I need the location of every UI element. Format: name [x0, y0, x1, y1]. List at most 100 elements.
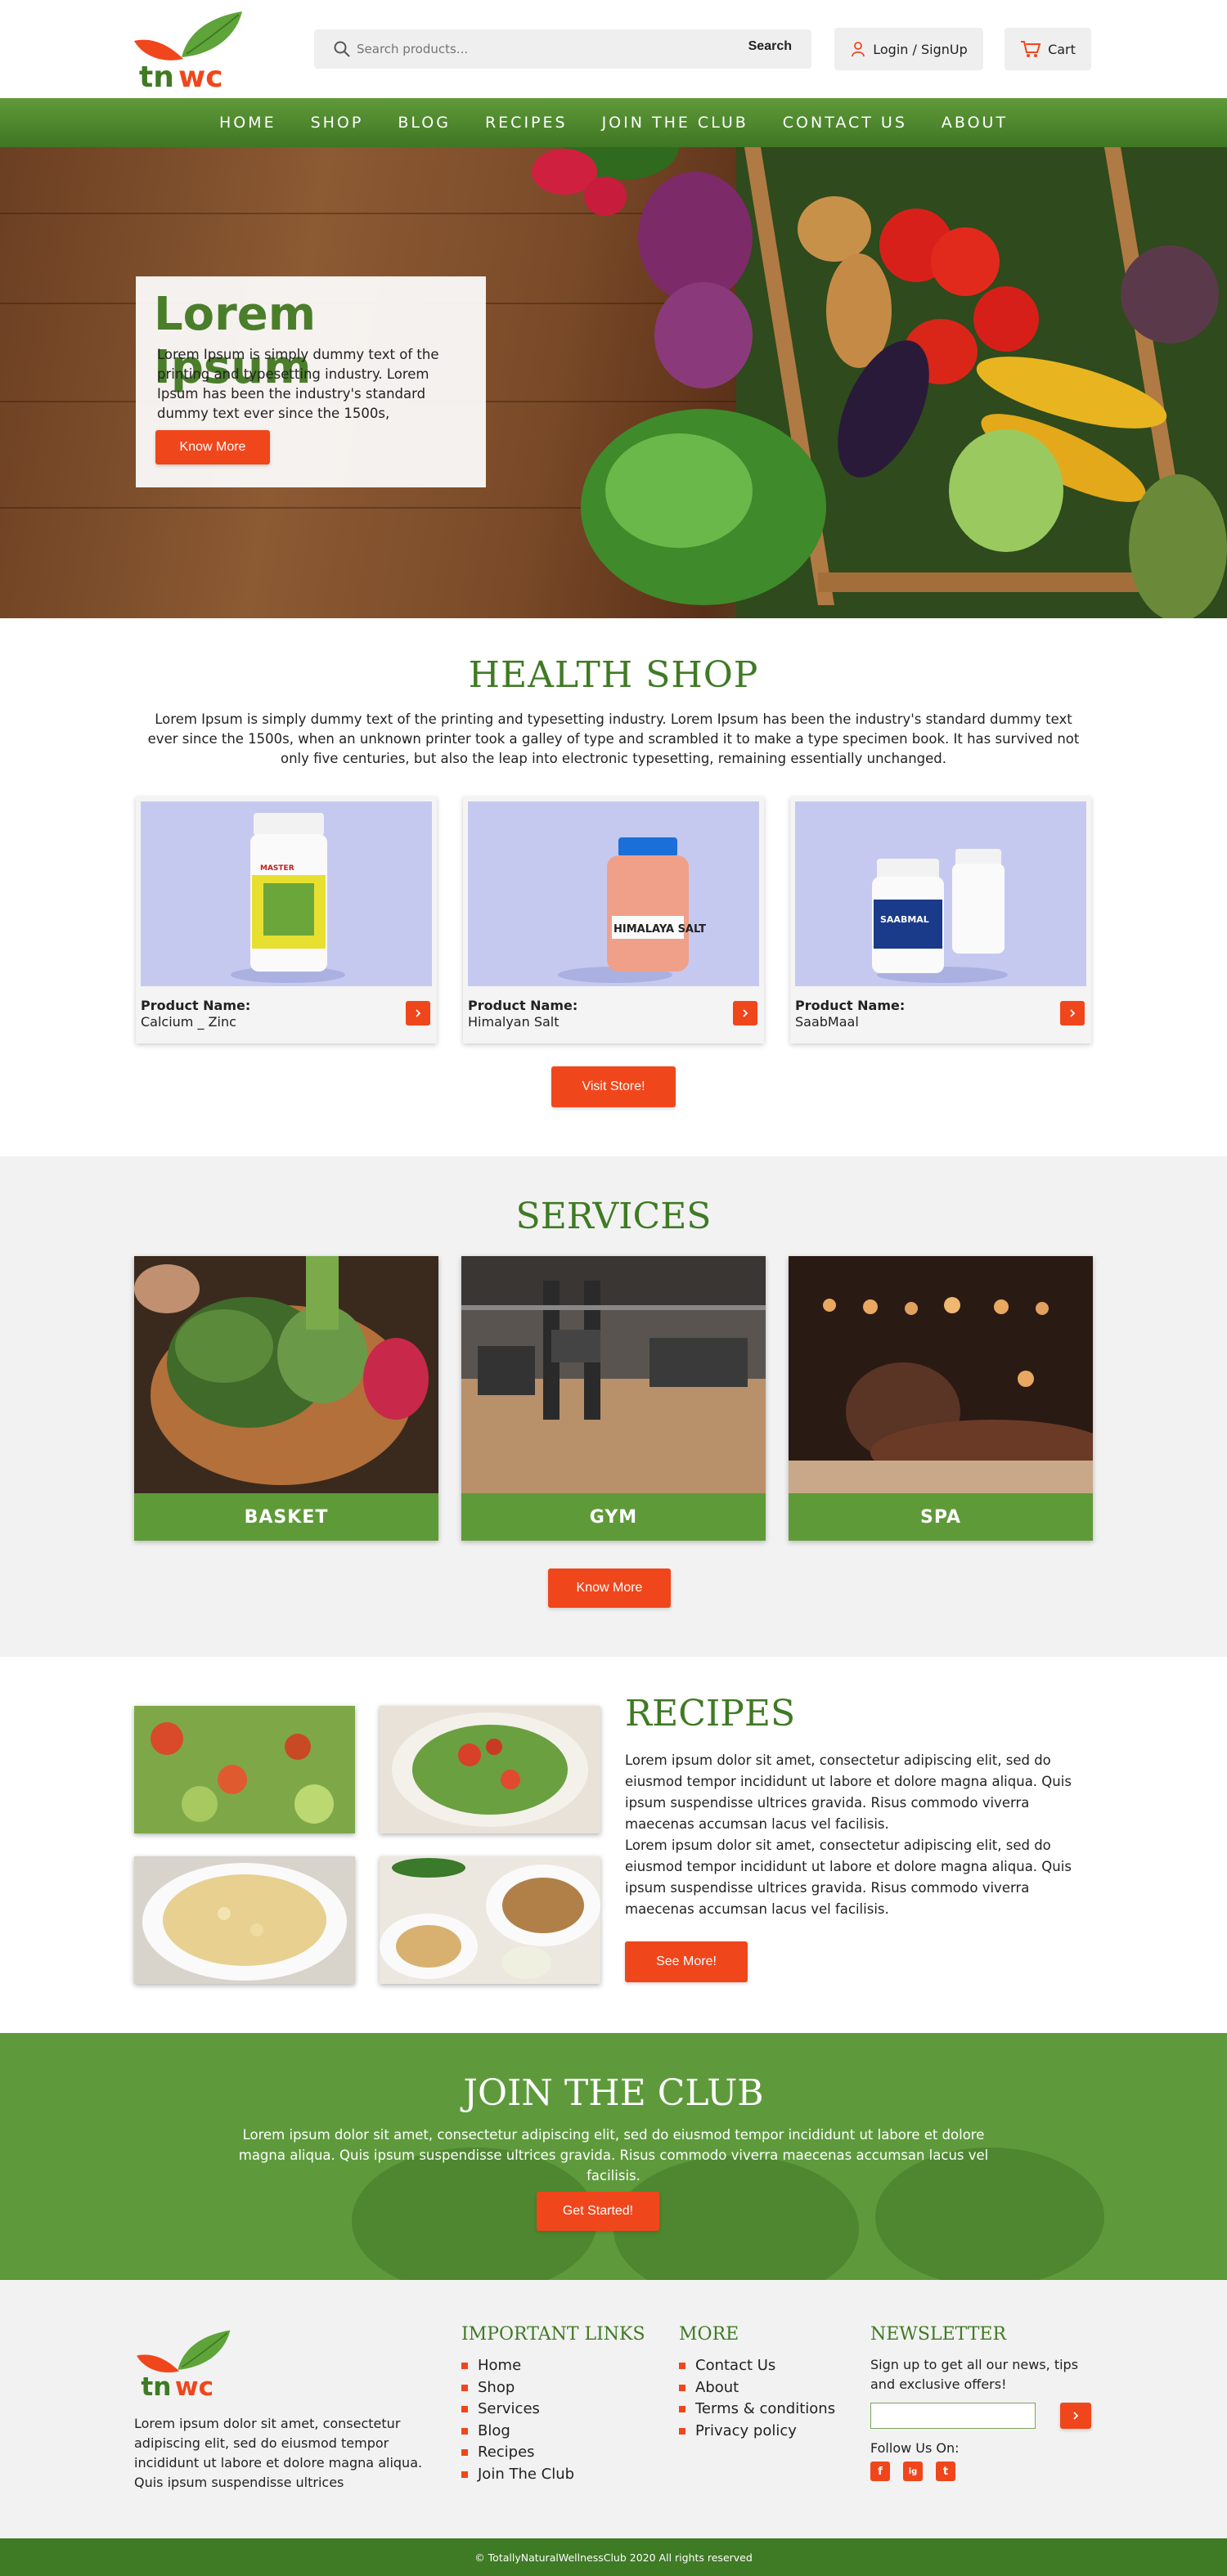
important-links-list: Home Shop Services Blog Recipes Join The… — [461, 2355, 574, 2485]
get-started-button[interactable]: Get Started! — [537, 2192, 659, 2231]
twitter-icon[interactable]: t — [936, 2462, 955, 2481]
footer-link-terms[interactable]: Terms & conditions — [679, 2399, 835, 2421]
cart-label: Cart — [1048, 41, 1076, 57]
nav-about[interactable]: ABOUT — [942, 114, 1008, 132]
search-icon — [332, 39, 352, 59]
see-more-button[interactable]: See More! — [625, 1941, 748, 1982]
chevron-right-icon — [1073, 2412, 1079, 2420]
service-label: BASKET — [134, 1493, 438, 1541]
recipe-image[interactable] — [380, 1706, 600, 1833]
visit-store-button[interactable]: Visit Store! — [551, 1066, 676, 1107]
spa-image — [789, 1256, 1093, 1493]
search-bar: Search — [314, 29, 811, 69]
nav-shop[interactable]: SHOP — [311, 114, 364, 132]
join-club-title: JOIN THE CLUB — [463, 2072, 764, 2114]
health-shop-title: HEALTH SHOP — [468, 654, 759, 696]
search-input[interactable] — [357, 36, 700, 62]
product-name-label: Product Name: — [468, 998, 578, 1013]
basket-image — [134, 1256, 438, 1493]
product-image: SAABMAL — [795, 801, 1086, 986]
service-card-gym[interactable]: GYM — [461, 1256, 766, 1541]
svg-text:wc: wc — [178, 61, 223, 93]
instagram-icon[interactable]: ig — [903, 2462, 923, 2481]
svg-text:MASTER: MASTER — [260, 864, 294, 873]
nav-blog[interactable]: BLOG — [398, 114, 451, 132]
recipes-text: Lorem ipsum dolor sit amet, consectetur … — [625, 1750, 1091, 1920]
chevron-right-icon[interactable] — [406, 1001, 430, 1025]
svg-text:tn: tn — [139, 61, 174, 93]
footer-link-join-the-club[interactable]: Join The Club — [461, 2464, 574, 2486]
service-label: GYM — [461, 1493, 766, 1541]
recipes-paragraph: Lorem ipsum dolor sit amet, consectetur … — [625, 1838, 1072, 1917]
service-card-basket[interactable]: BASKET — [134, 1256, 438, 1541]
recipe-image[interactable] — [380, 1856, 600, 1984]
hero-card: Lorem Ipsum Lorem Ipsum is simply dummy … — [136, 276, 486, 487]
main-nav: HOME SHOP BLOG RECIPES JOIN THE CLUB CON… — [0, 98, 1227, 147]
site-logo[interactable]: tn wc — [133, 8, 247, 94]
chevron-right-icon[interactable] — [1060, 1001, 1085, 1025]
svg-text:wc: wc — [175, 2372, 213, 2401]
footer-link-about[interactable]: About — [679, 2377, 835, 2399]
join-club-text: Lorem ipsum dolor sit amet, consectetur … — [238, 2127, 989, 2183]
user-icon — [852, 42, 865, 57]
cart-icon — [1021, 41, 1041, 57]
chevron-right-icon[interactable] — [733, 1001, 757, 1025]
product-name-label: Product Name: — [141, 998, 251, 1013]
product-image: MASTER — [141, 801, 432, 986]
footer-link-shop[interactable]: Shop — [461, 2377, 574, 2399]
hero-know-more-button[interactable]: Know More — [155, 430, 270, 464]
svg-text:SAABMAL: SAABMAL — [880, 914, 929, 925]
service-label: SPA — [789, 1493, 1093, 1541]
hero-banner: Lorem Ipsum Lorem Ipsum is simply dummy … — [0, 147, 1227, 618]
product-name: Himalyan Salt — [468, 1014, 560, 1030]
footer-link-services[interactable]: Services — [461, 2399, 574, 2421]
health-shop-description: Lorem Ipsum is simply dummy text of the … — [147, 711, 1080, 766]
follow-us-label: Follow Us On: — [870, 2440, 960, 2456]
nav-join-the-club[interactable]: JOIN THE CLUB — [602, 114, 748, 132]
newsletter-email-input[interactable] — [870, 2403, 1036, 2429]
recipes-title: RECIPES — [625, 1693, 796, 1735]
cart-button[interactable]: Cart — [1005, 28, 1091, 70]
svg-text:tn: tn — [141, 2372, 171, 2401]
site-footer: tn wc Lorem ipsum dolor sit amet, consec… — [0, 2280, 1227, 2538]
nav-contact-us[interactable]: CONTACT US — [783, 114, 907, 132]
product-card[interactable]: HIMALAYA SALT Product Name: Himalyan Sal… — [463, 797, 764, 1043]
footer-about-text: Lorem ipsum dolor sit amet, consectetur … — [134, 2416, 423, 2490]
copyright-text: © TotallyNaturalWellnessClub 2020 All ri… — [474, 2551, 753, 2564]
services-section: SERVICES BASKET GYM SPA Know More — [0, 1156, 1227, 1657]
footer-link-blog[interactable]: Blog — [461, 2421, 574, 2443]
recipe-image[interactable] — [134, 1856, 355, 1984]
site-header: tn wc Search Login / SignUp Cart — [0, 0, 1227, 98]
svg-text:HIMALAYA SALT: HIMALAYA SALT — [614, 923, 706, 936]
services-know-more-button[interactable]: Know More — [548, 1568, 671, 1608]
footer-logo[interactable]: tn wc — [134, 2327, 236, 2402]
services-title: SERVICES — [515, 1196, 712, 1237]
join-club-section: JOIN THE CLUB Lorem ipsum dolor sit amet… — [0, 2033, 1227, 2280]
login-label: Login / SignUp — [873, 41, 968, 57]
facebook-icon[interactable]: f — [870, 2462, 890, 2481]
product-card[interactable]: MASTER Product Name: Calcium _ Zinc — [136, 797, 437, 1043]
copyright-bar: © TotallyNaturalWellnessClub 2020 All ri… — [0, 2538, 1227, 2576]
nav-recipes[interactable]: RECIPES — [485, 114, 568, 132]
recipe-image[interactable] — [134, 1706, 355, 1833]
hero-text: Lorem Ipsum is simply dummy text of the … — [157, 347, 439, 421]
gym-image — [461, 1256, 766, 1493]
footer-link-home[interactable]: Home — [461, 2355, 574, 2377]
product-card[interactable]: SAABMAL Product Name: SaabMaal — [790, 797, 1091, 1043]
more-title: MORE — [679, 2324, 739, 2345]
footer-link-recipes[interactable]: Recipes — [461, 2442, 574, 2464]
login-signup-button[interactable]: Login / SignUp — [834, 28, 983, 70]
product-name: Calcium _ Zinc — [141, 1014, 236, 1030]
product-name-label: Product Name: — [795, 998, 906, 1013]
newsletter-submit-button[interactable] — [1060, 2403, 1091, 2429]
newsletter-text: Sign up to get all our news, tips and ex… — [870, 2357, 1079, 2392]
footer-link-contact-us[interactable]: Contact Us — [679, 2355, 835, 2377]
more-links-list: Contact Us About Terms & conditions Priv… — [679, 2355, 835, 2442]
recipes-paragraph: Lorem ipsum dolor sit amet, consectetur … — [625, 1752, 1072, 1832]
service-card-spa[interactable]: SPA — [789, 1256, 1093, 1541]
search-button[interactable]: Search — [748, 39, 792, 54]
important-links-title: IMPORTANT LINKS — [461, 2324, 645, 2345]
nav-home[interactable]: HOME — [219, 114, 276, 132]
footer-link-privacy[interactable]: Privacy policy — [679, 2421, 835, 2443]
product-name: SaabMaal — [795, 1014, 859, 1030]
